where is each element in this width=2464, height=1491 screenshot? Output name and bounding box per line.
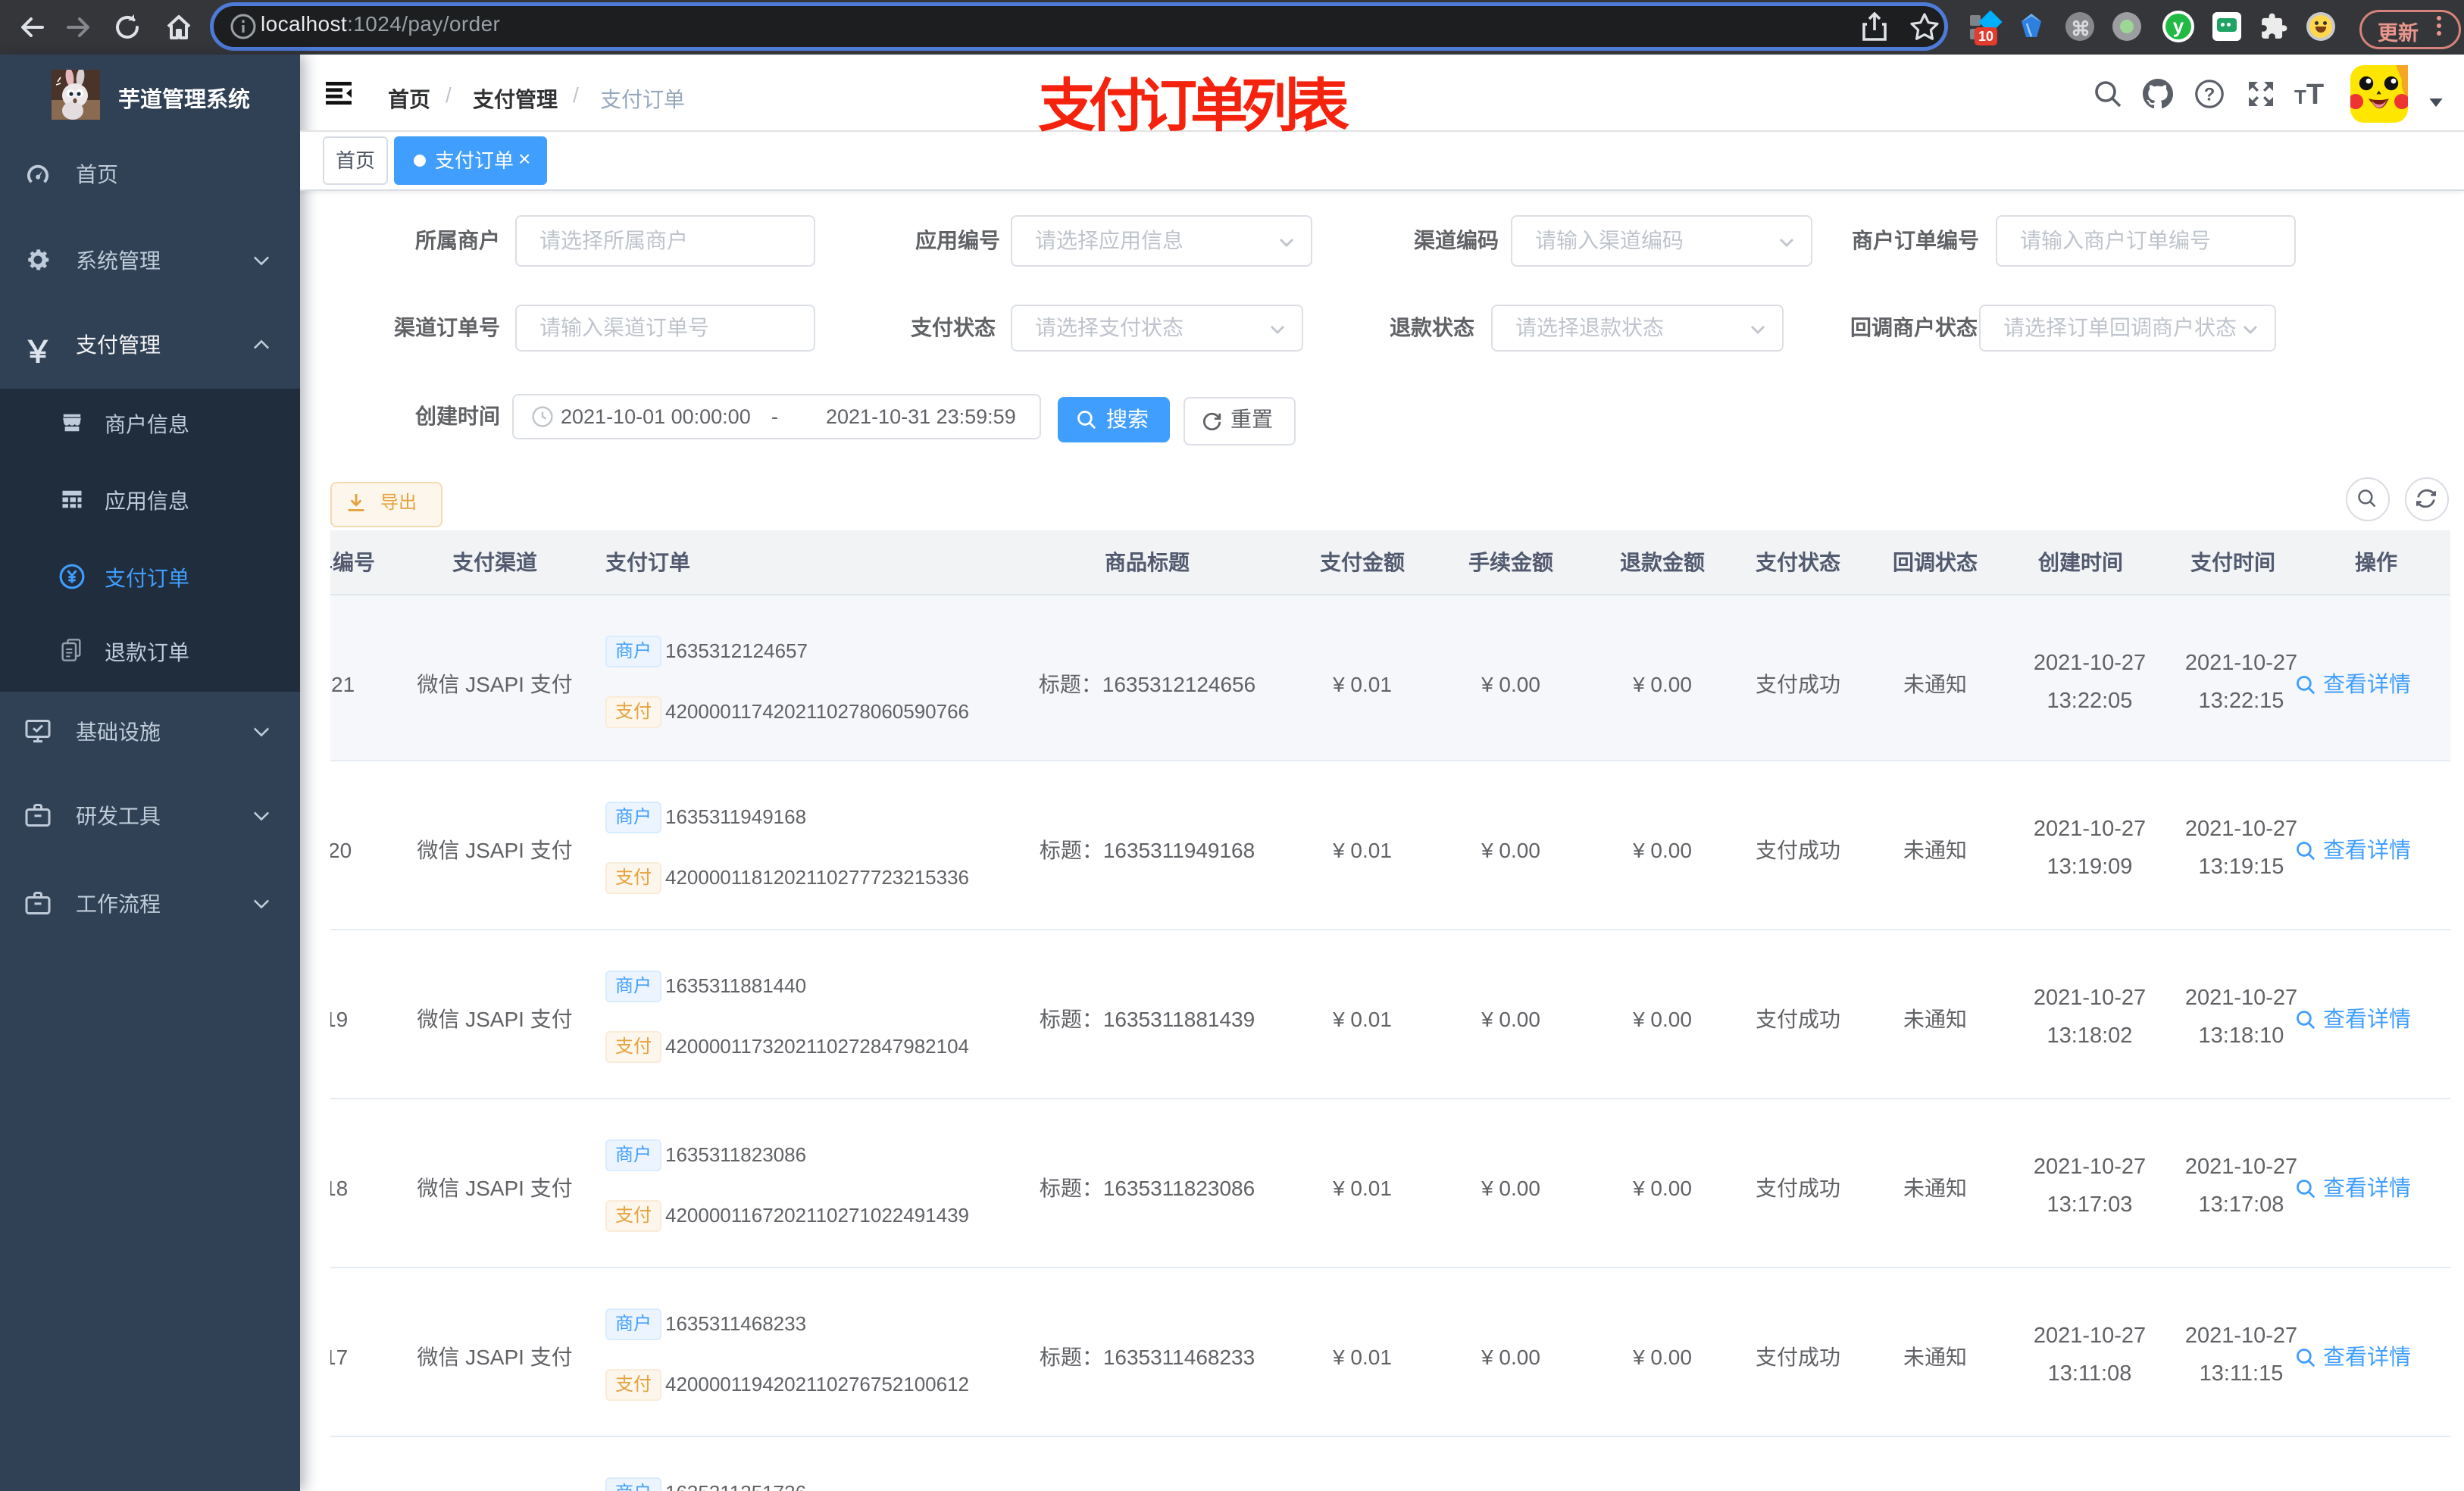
svg-text:?: ? bbox=[2204, 84, 2215, 105]
